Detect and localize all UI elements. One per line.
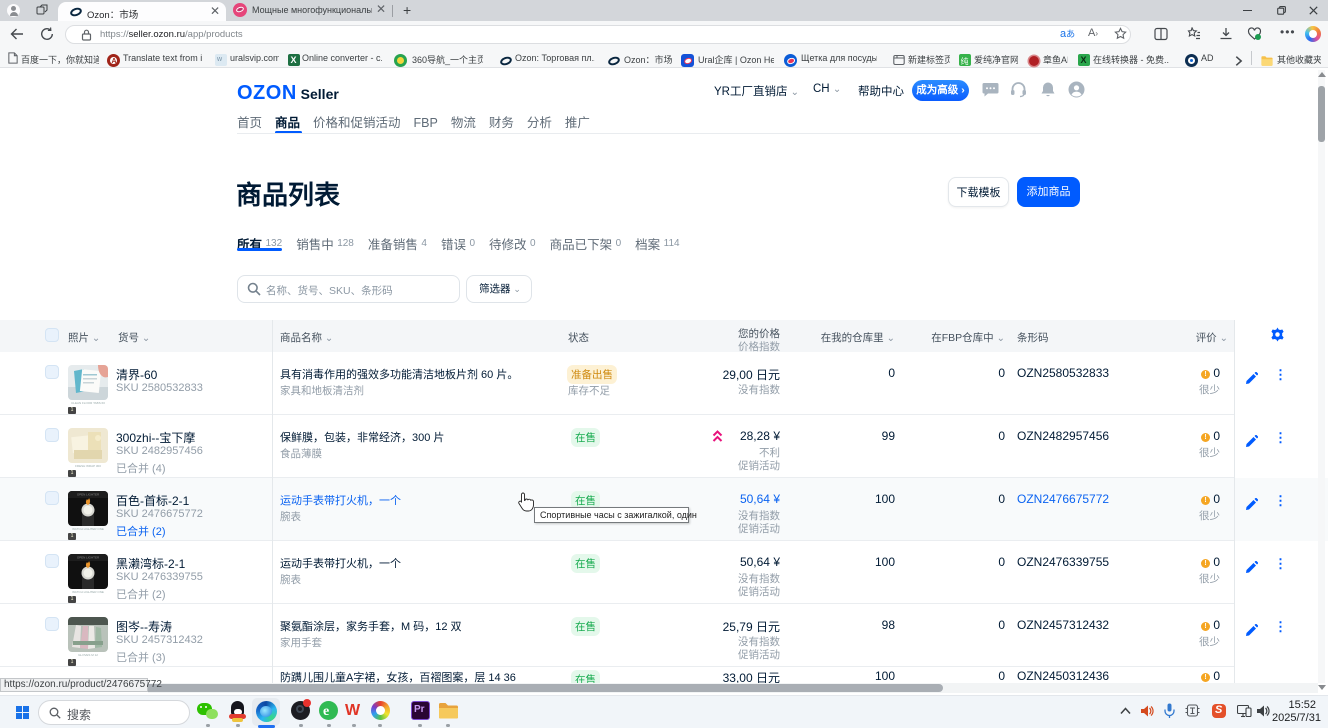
svg-text:OPEN LIGHTER: OPEN LIGHTER — [77, 556, 100, 560]
svg-text:OPEN LIGHTER: OPEN LIGHTER — [77, 493, 100, 497]
